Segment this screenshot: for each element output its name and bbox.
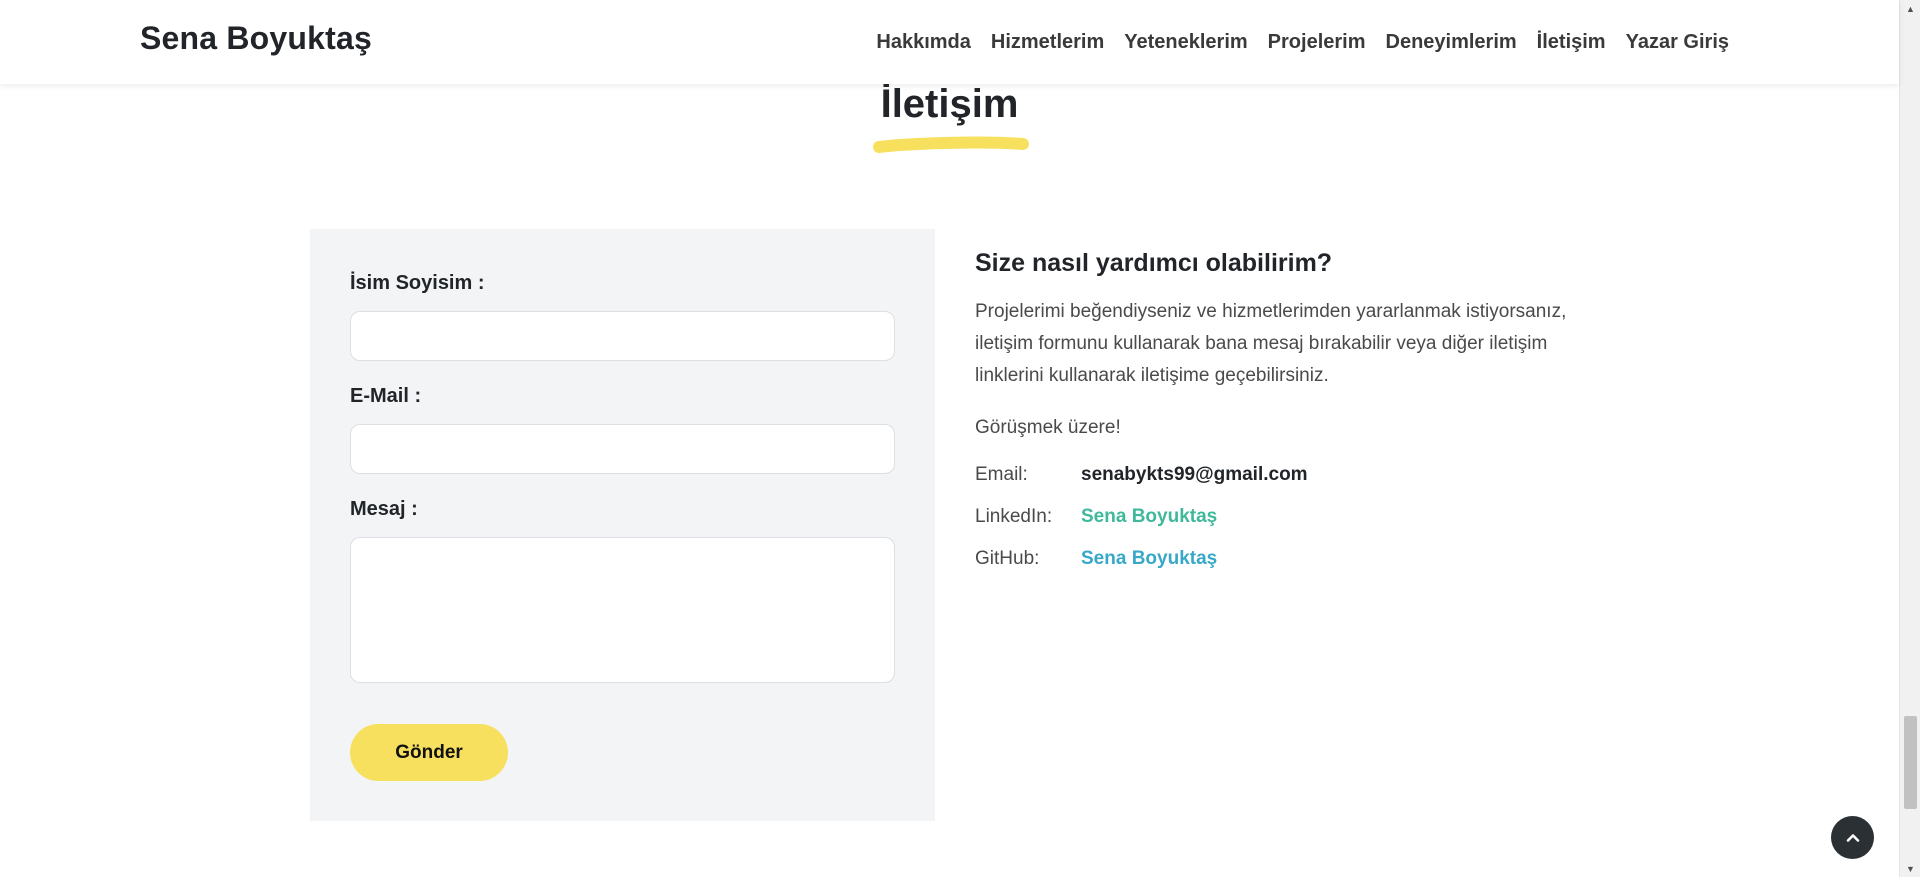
name-input[interactable] xyxy=(350,311,895,361)
contact-key-email: Email: xyxy=(975,464,1028,485)
contact-key-linkedin: LinkedIn: xyxy=(975,506,1053,527)
title-underline-decoration xyxy=(873,136,1029,153)
github-link[interactable]: Sena Boyuktaş xyxy=(1081,548,1217,570)
contact-row-email: Email: senabykts99@gmail.com xyxy=(975,454,1595,496)
contact-list: Email: senabykts99@gmail.com LinkedIn: S… xyxy=(975,454,1595,580)
brand-logo[interactable]: Sena Boyuktaş xyxy=(140,20,372,57)
nav-link-projelerim[interactable]: Projelerim xyxy=(1268,31,1366,54)
info-greeting: Görüşmek üzere! xyxy=(975,417,1121,438)
navbar: Sena Boyuktaş Hakkımda Hizmetlerim Yeten… xyxy=(0,0,1899,84)
message-label: Mesaj : xyxy=(350,498,418,520)
nav-link-iletisim[interactable]: İletişim xyxy=(1537,31,1606,54)
info-paragraph: Projelerimi beğendiyseniz ve hizmetlerim… xyxy=(975,301,1567,386)
contact-key-github: GitHub: xyxy=(975,548,1040,569)
nav-link-hizmetlerim[interactable]: Hizmetlerim xyxy=(991,31,1104,54)
page: Sena Boyuktaş Hakkımda Hizmetlerim Yeten… xyxy=(0,0,1920,877)
contact-email-value: senabykts99@gmail.com xyxy=(1081,464,1308,485)
nav-link-yazar-giris[interactable]: Yazar Giriş xyxy=(1626,31,1729,54)
info-heading: Size nasıl yardımcı olabilirim? xyxy=(975,249,1333,277)
submit-button[interactable]: Gönder xyxy=(350,724,508,781)
name-label: İsim Soyisim : xyxy=(350,272,485,294)
email-input[interactable] xyxy=(350,424,895,474)
chevron-up-icon xyxy=(1846,833,1859,842)
triangle-up-icon[interactable]: ▲ xyxy=(1900,0,1920,17)
nav-link-yeteneklerim[interactable]: Yeteneklerim xyxy=(1124,31,1247,54)
section-title: İletişim xyxy=(880,82,1019,126)
contact-row-github: GitHub: Sena Boyuktaş xyxy=(975,538,1595,580)
nav-link-hakkimda[interactable]: Hakkımda xyxy=(876,31,971,54)
message-textarea[interactable] xyxy=(350,537,895,683)
scrollbar-thumb[interactable] xyxy=(1904,716,1917,809)
contact-row-linkedin: LinkedIn: Sena Boyuktaş xyxy=(975,496,1595,538)
contact-form: İsim Soyisim : E-Mail : Mesaj : Gönder xyxy=(310,229,935,821)
triangle-down-icon[interactable]: ▼ xyxy=(1900,860,1920,877)
section-header: İletişim xyxy=(0,80,1899,128)
email-label: E-Mail : xyxy=(350,385,422,407)
linkedin-link[interactable]: Sena Boyuktaş xyxy=(1081,506,1217,528)
nav-menu: Hakkımda Hizmetlerim Yeteneklerim Projel… xyxy=(876,0,1729,84)
contact-info: Size nasıl yardımcı olabilirim? Projeler… xyxy=(975,246,1595,580)
page-scrollbar[interactable]: ▲ ▼ xyxy=(1899,0,1920,877)
nav-link-deneyimlerim[interactable]: Deneyimlerim xyxy=(1386,31,1517,54)
back-to-top-button[interactable] xyxy=(1831,816,1874,859)
